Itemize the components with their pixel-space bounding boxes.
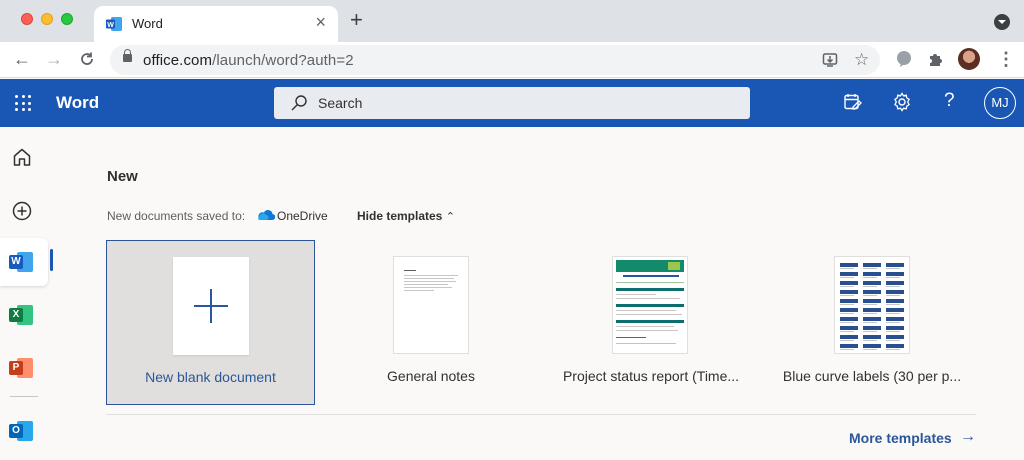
template-label: New blank document (145, 369, 276, 385)
template-label[interactable]: General notes (355, 368, 507, 384)
new-tab-icon[interactable]: + (350, 9, 363, 31)
browser-toolbar: ← → office.com/launch/word?auth=2 ☆ ⋮ (0, 42, 1024, 78)
address-bar[interactable]: office.com/launch/word?auth=2 ☆ (110, 45, 880, 75)
blue-curve-labels-thumbnail[interactable] (834, 256, 910, 354)
reload-icon[interactable] (79, 51, 95, 67)
app-tile-letter: W (9, 255, 23, 269)
forward-arrow-icon[interactable]: → (45, 49, 63, 69)
general-notes-thumbnail[interactable] (393, 256, 469, 354)
save-location-label: New documents saved to: (107, 209, 246, 223)
section-title: New (107, 168, 138, 185)
settings-gear-icon[interactable] (892, 92, 912, 112)
browser-tab-word[interactable]: W Word × (94, 6, 338, 42)
tab-title: Word (132, 16, 163, 31)
outlook-icon: O (9, 421, 33, 441)
app-tile-letter: P (9, 361, 23, 375)
new-blank-document-card[interactable]: New blank document (106, 240, 315, 405)
maximize-window-button[interactable] (61, 13, 73, 25)
browser-menu-icon[interactable]: ⋮ (997, 49, 1015, 70)
rail-divider (10, 396, 38, 397)
search-placeholder: Search (318, 95, 363, 111)
url-text: office.com/launch/word?auth=2 (143, 52, 354, 69)
rail-item-outlook[interactable]: O (0, 407, 48, 455)
svg-text:W: W (107, 22, 114, 29)
template-label[interactable]: Project status report (Time... (560, 368, 742, 384)
onedrive-cloud-icon (258, 210, 275, 221)
search-icon (291, 95, 307, 111)
minimize-window-button[interactable] (41, 13, 53, 25)
my-day-icon[interactable] (843, 92, 863, 112)
section-divider (106, 414, 976, 415)
bookmark-star-icon[interactable]: ☆ (854, 50, 869, 70)
profile-avatar[interactable] (958, 48, 980, 70)
search-box[interactable]: Search (274, 87, 750, 119)
blank-page-thumbnail (173, 257, 249, 355)
rail-item-word[interactable]: W (0, 238, 48, 286)
app-launcher-icon[interactable] (15, 95, 31, 111)
close-tab-icon[interactable]: × (315, 13, 326, 31)
more-templates-link[interactable]: More templates (849, 430, 952, 446)
rail-item-excel[interactable]: X (0, 291, 48, 339)
template-label[interactable]: Blue curve labels (30 per p... (780, 368, 964, 384)
rail-item-powerpoint[interactable]: P (0, 344, 48, 392)
chevron-up-icon: ⌃ (445, 211, 455, 223)
excel-icon: X (9, 305, 33, 325)
app-name[interactable]: Word (56, 93, 99, 113)
install-app-icon[interactable] (822, 52, 838, 68)
project-status-report-thumbnail[interactable] (612, 256, 688, 354)
powerpoint-icon: P (9, 358, 33, 378)
office-app-bar: Word Search ? MJ (0, 79, 1024, 127)
onedrive-link[interactable]: OneDrive (277, 209, 328, 223)
extension-bubble-icon[interactable] (895, 50, 913, 68)
lock-icon (123, 49, 132, 62)
close-window-button[interactable] (21, 13, 33, 25)
tab-search-icon[interactable] (994, 14, 1010, 30)
help-icon[interactable]: ? (944, 90, 955, 112)
word-favicon-icon: W (106, 17, 122, 31)
home-icon[interactable] (12, 147, 32, 167)
word-icon: W (9, 252, 33, 272)
app-tile-letter: O (9, 424, 23, 438)
hide-templates-button[interactable]: Hide templates ⌃ (357, 209, 455, 223)
extensions-puzzle-icon[interactable] (928, 51, 944, 67)
back-arrow-icon[interactable]: ← (13, 49, 31, 69)
left-app-rail: W X P O (0, 127, 48, 460)
arrow-right-icon[interactable]: → (960, 428, 976, 446)
account-avatar[interactable]: MJ (984, 87, 1016, 119)
app-tile-letter: X (9, 308, 23, 322)
browser-tab-strip: W Word × + (0, 0, 1024, 42)
active-app-indicator (50, 249, 53, 271)
add-circle-icon[interactable] (12, 201, 32, 221)
